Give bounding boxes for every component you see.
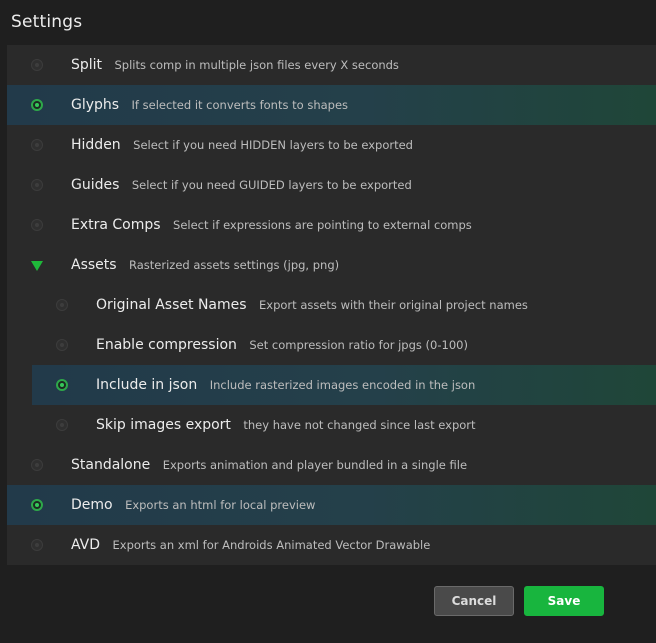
option-description: Include rasterized images encoded in the… — [209, 378, 476, 392]
option-name: Original Asset Names — [96, 297, 247, 313]
glyphs-radio-icon[interactable] — [31, 99, 43, 111]
skip-images-export-radio-icon[interactable] — [56, 419, 68, 431]
option-demo[interactable]: Demo Exports an html for local preview — [7, 485, 656, 525]
option-hidden[interactable]: Hidden Select if you need HIDDEN layers … — [7, 125, 656, 165]
option-description: Select if expressions are pointing to ex… — [173, 218, 472, 232]
save-button[interactable]: Save — [524, 586, 604, 616]
option-name: Guides — [71, 177, 120, 193]
page-title: Settings — [11, 12, 83, 32]
include-in-json-radio-icon[interactable] — [56, 379, 68, 391]
option-guides[interactable]: Guides Select if you need GUIDED layers … — [7, 165, 656, 205]
standalone-radio-icon[interactable] — [31, 459, 43, 471]
option-name: Demo — [71, 497, 113, 513]
option-extra-comps[interactable]: Extra Comps Select if expressions are po… — [7, 205, 656, 245]
option-include-in-json[interactable]: Include in json Include rasterized image… — [32, 365, 656, 405]
expand-triangle-icon[interactable] — [31, 261, 43, 271]
option-avd[interactable]: AVD Exports an xml for Androids Animated… — [7, 525, 656, 565]
option-name: Split — [71, 57, 103, 73]
option-skip-images-export[interactable]: Skip images export they have not changed… — [32, 405, 656, 445]
option-description: Splits comp in multiple json files every… — [114, 58, 399, 72]
option-description: Exports an xml for Androids Animated Vec… — [112, 538, 431, 552]
option-description: they have not changed since last export — [243, 418, 476, 432]
option-description: Exports an html for local preview — [125, 498, 316, 512]
option-name: AVD — [71, 537, 101, 553]
option-name: Enable compression — [96, 337, 237, 353]
guides-radio-icon[interactable] — [31, 179, 43, 191]
option-name: Glyphs — [71, 97, 120, 113]
option-assets[interactable]: Assets Rasterized assets settings (jpg, … — [7, 245, 656, 285]
option-description: Select if you need GUIDED layers to be e… — [131, 178, 412, 192]
option-name: Extra Comps — [71, 217, 161, 233]
option-name: Skip images export — [96, 417, 231, 433]
option-enable-compression[interactable]: Enable compression Set compression ratio… — [32, 325, 656, 365]
split-radio-icon[interactable] — [31, 59, 43, 71]
option-name: Standalone — [71, 457, 151, 473]
option-description: Select if you need HIDDEN layers to be e… — [133, 138, 413, 152]
option-name: Hidden — [71, 137, 121, 153]
option-standalone[interactable]: Standalone Exports animation and player … — [7, 445, 656, 485]
enable-compression-radio-icon[interactable] — [56, 339, 68, 351]
option-description: Exports animation and player bundled in … — [162, 458, 468, 472]
original-asset-names-radio-icon[interactable] — [56, 299, 68, 311]
hidden-radio-icon[interactable] — [31, 139, 43, 151]
option-description: Export assets with their original projec… — [259, 298, 528, 312]
option-original-asset-names[interactable]: Original Asset Names Export assets with … — [32, 285, 656, 325]
option-glyphs[interactable]: Glyphs If selected it converts fonts to … — [7, 85, 656, 125]
option-description: Rasterized assets settings (jpg, png) — [129, 258, 340, 272]
cancel-button[interactable]: Cancel — [434, 586, 514, 616]
settings-panel: Split Splits comp in multiple json files… — [7, 45, 656, 565]
option-name: Include in json — [96, 377, 198, 393]
extra-comps-radio-icon[interactable] — [31, 219, 43, 231]
option-split[interactable]: Split Splits comp in multiple json files… — [7, 45, 656, 85]
avd-radio-icon[interactable] — [31, 539, 43, 551]
option-description: If selected it converts fonts to shapes — [131, 98, 349, 112]
option-name: Assets — [71, 257, 117, 273]
demo-radio-icon[interactable] — [31, 499, 43, 511]
option-description: Set compression ratio for jpgs (0-100) — [249, 338, 468, 352]
